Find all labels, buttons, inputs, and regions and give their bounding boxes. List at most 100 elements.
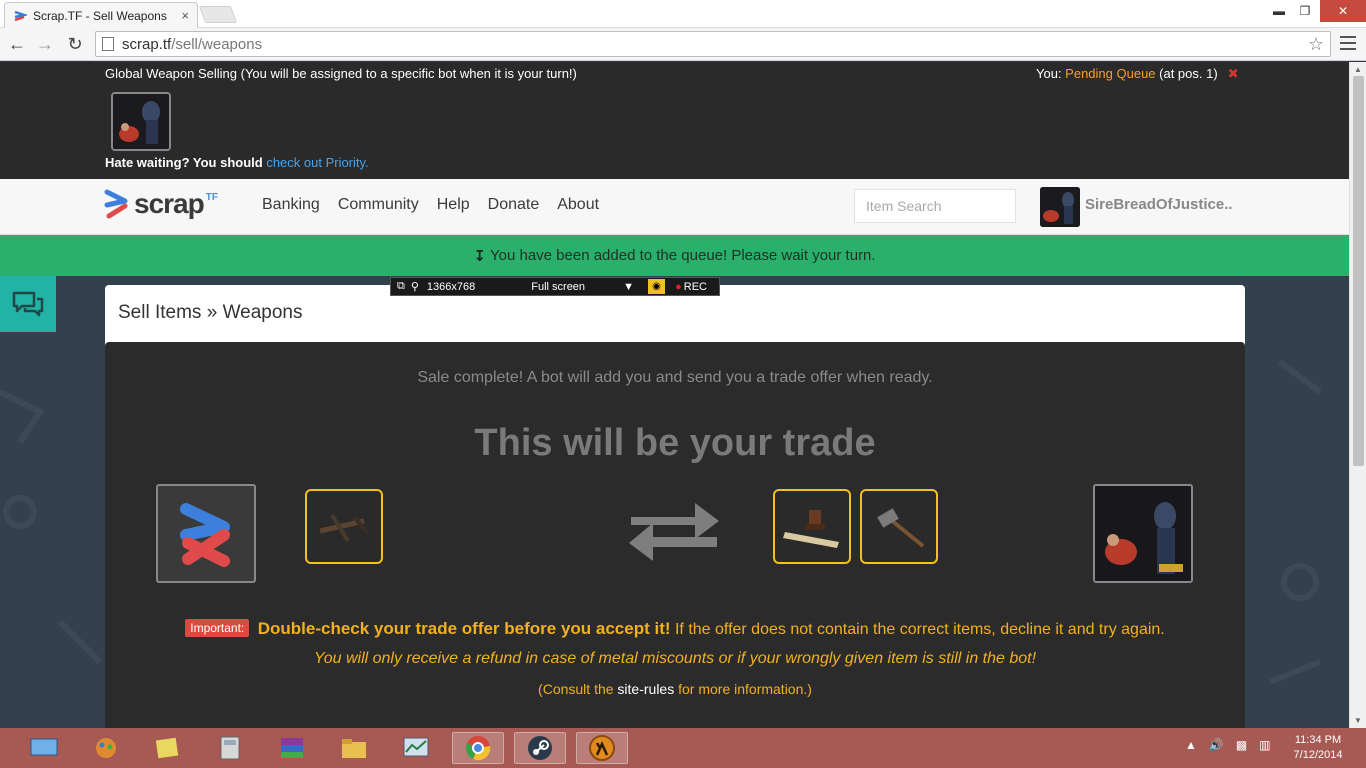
item-search-input[interactable]	[854, 189, 1016, 223]
priority-link[interactable]: check out Priority.	[266, 155, 368, 170]
system-tray: ▲ 🔊 ▩ ▥	[1185, 738, 1271, 752]
taskbar-steam[interactable]	[514, 732, 566, 764]
task-manager-icon	[403, 737, 429, 757]
browser-tab[interactable]: Scrap.TF - Sell Weapons ×	[4, 2, 198, 28]
important-badge: Important:	[185, 619, 250, 637]
avatar-image	[1095, 486, 1191, 581]
new-tab-button[interactable]	[198, 6, 238, 23]
breadcrumb-sell-items[interactable]: Sell Items	[118, 302, 201, 323]
trade-heading: This will be your trade	[474, 422, 876, 464]
queue-bar: Global Weapon Selling (You will be assig…	[0, 62, 1349, 179]
taskbar-chrome[interactable]	[452, 732, 504, 764]
bot-avatar[interactable]	[156, 484, 256, 583]
scroll-down-icon[interactable]: ▼	[1354, 716, 1362, 725]
chat-toggle-button[interactable]	[0, 276, 56, 332]
nav-help[interactable]: Help	[437, 196, 470, 214]
leave-queue-icon[interactable]: ✖	[1228, 66, 1239, 81]
calculator-icon	[220, 736, 240, 760]
breadcrumb: Sell Items » Weapons	[118, 302, 303, 324]
sledgehammer-item-icon	[877, 507, 925, 548]
important-warning: Important: Double-check your trade offer…	[105, 619, 1245, 639]
browser-toolbar: ← → ↻ scrap.tf/sell/weapons ☆	[0, 28, 1366, 61]
url-path: /sell/weapons	[171, 35, 263, 53]
network-icon[interactable]: ▩	[1236, 738, 1247, 752]
recorder-rec-button[interactable]: ● REC	[675, 281, 713, 293]
tab-close-icon[interactable]: ×	[181, 8, 189, 23]
nav-donate[interactable]: Donate	[488, 196, 540, 214]
logo-tf: TF	[205, 192, 218, 203]
steam-icon	[528, 736, 552, 760]
queue-notice-text: You have been added to the queue! Please…	[490, 247, 876, 264]
signal-icon[interactable]: ▥	[1259, 738, 1270, 752]
page-scrollbar[interactable]: ▲ ▼	[1349, 62, 1366, 728]
page-icon	[102, 37, 114, 51]
nav-banking[interactable]: Banking	[262, 196, 320, 214]
avatar-image	[113, 94, 169, 149]
taskbar-app-icon[interactable]	[142, 732, 194, 764]
taskbar-app-icon[interactable]	[390, 732, 442, 764]
maximize-button[interactable]: ❐	[1292, 0, 1318, 22]
clock-time: 11:34 PM	[1294, 734, 1342, 746]
taskbar-app-icon[interactable]	[204, 732, 256, 764]
recorder-zoom-icon[interactable]: ⚲	[411, 280, 419, 293]
site-header: scrap TF Banking Community Help Donate A…	[0, 179, 1349, 235]
scrollbar-thumb[interactable]	[1353, 76, 1364, 466]
scraptf-logo[interactable]: scrap TF	[104, 188, 218, 220]
tray-expand-icon[interactable]: ▲	[1185, 738, 1197, 752]
forward-icon[interactable]: →	[34, 33, 56, 55]
content-panel: Sell Items » Weapons Sale complete! A bo…	[105, 285, 1245, 728]
important-bold-text: Double-check your trade offer before you…	[257, 619, 671, 638]
crossbow-item-icon	[319, 513, 370, 542]
trade-box: Sale complete! A bot will add you and se…	[105, 342, 1245, 728]
bookmark-star-icon[interactable]: ☆	[1308, 34, 1324, 55]
logo-chevron-icon	[104, 189, 128, 219]
consult-prefix: (Consult the	[538, 681, 618, 697]
minimize-button[interactable]: ▬	[1266, 0, 1292, 22]
record-dot-icon: ●	[675, 280, 682, 293]
back-icon[interactable]: ←	[6, 33, 28, 55]
taskbar-app-icon[interactable]	[328, 732, 380, 764]
site-rules-link[interactable]: site-rules	[617, 681, 674, 697]
user-trade-avatar[interactable]	[1093, 484, 1193, 583]
queue-position: (at pos. 1)	[1155, 66, 1218, 81]
recorder-mode-dropdown-icon[interactable]: ▼	[623, 281, 634, 293]
scraptf-bot-logo-icon	[180, 502, 230, 567]
clock-date: 7/12/2014	[1293, 749, 1343, 761]
windows-taskbar: ▲ 🔊 ▩ ▥ 11:34 PM 7/12/2014	[0, 728, 1366, 768]
header-username[interactable]: SireBreadOfJustice..	[1085, 196, 1233, 213]
bot-item-slot[interactable]	[305, 489, 383, 564]
nav-community[interactable]: Community	[338, 196, 419, 214]
reload-icon[interactable]: ↻	[64, 33, 86, 55]
scroll-up-icon[interactable]: ▲	[1354, 65, 1362, 74]
consult-suffix: for more information.)	[674, 681, 812, 697]
header-user-avatar[interactable]	[1040, 187, 1080, 227]
user-item-slot-1[interactable]	[773, 489, 851, 564]
chrome-icon	[465, 736, 491, 761]
address-bar[interactable]: scrap.tf/sell/weapons ☆	[95, 31, 1331, 57]
recorder-rec-label: REC	[683, 280, 707, 293]
main-nav: Banking Community Help Donate About	[262, 196, 599, 214]
recorder-mode[interactable]: Full screen	[531, 281, 617, 293]
user-item-slot-2[interactable]	[860, 489, 938, 564]
close-window-button[interactable]: ✕	[1320, 0, 1366, 22]
taskbar-half-life-2[interactable]	[576, 732, 628, 764]
breadcrumb-weapons: Weapons	[222, 302, 303, 323]
logo-text: scrap	[134, 188, 205, 219]
recorder-window-icon[interactable]: ⧉	[397, 280, 405, 293]
queue-title: Global Weapon Selling (You will be assig…	[105, 66, 577, 81]
taskbar-clock[interactable]: 11:34 PM 7/12/2014	[1288, 733, 1348, 763]
monitor-icon	[30, 738, 58, 756]
taskbar-app-icon[interactable]	[266, 732, 318, 764]
refund-warning: You will only receive a refund in case o…	[313, 650, 1037, 667]
queue-user-avatar[interactable]	[111, 92, 171, 151]
taskbar-app-icon[interactable]	[18, 732, 70, 764]
queue-status-text: Pending Queue	[1065, 66, 1156, 81]
recorder-resolution: 1366x768	[426, 280, 476, 293]
file-explorer-icon	[342, 739, 366, 758]
nav-about[interactable]: About	[557, 196, 599, 214]
chrome-menu-icon[interactable]	[1340, 36, 1356, 50]
sale-complete-message: Sale complete! A bot will add you and se…	[417, 369, 933, 386]
taskbar-app-icon[interactable]	[80, 732, 132, 764]
recorder-camera-icon[interactable]: ◉	[647, 279, 666, 294]
volume-icon[interactable]: 🔊	[1209, 738, 1224, 752]
